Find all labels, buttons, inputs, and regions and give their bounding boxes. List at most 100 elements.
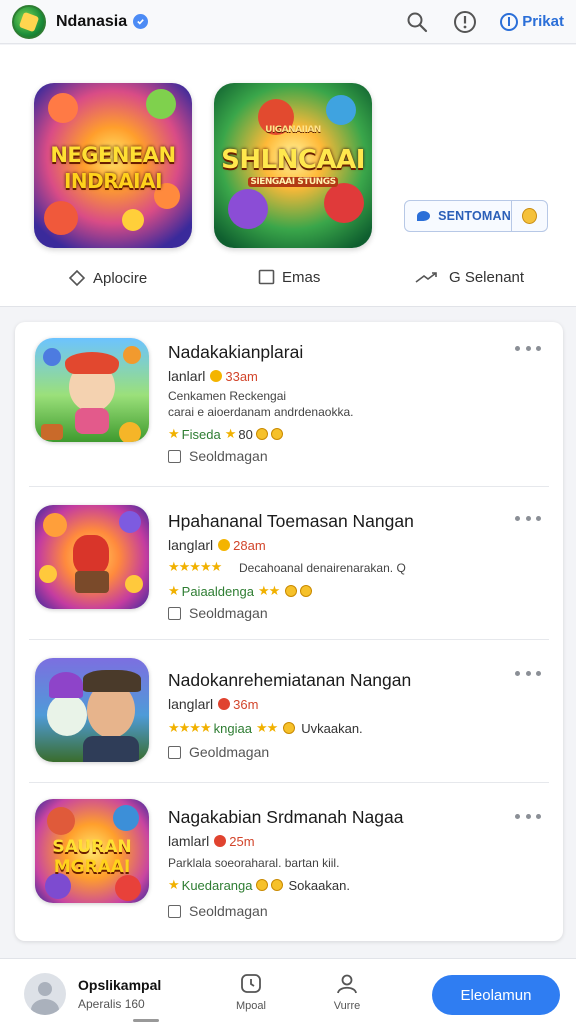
home-indicator bbox=[133, 1019, 159, 1022]
featured-nav-item[interactable]: G Selenant bbox=[414, 269, 524, 286]
bottom-bar: Opslikampal Aperalis 160 Mpoal Vurre Ele… bbox=[0, 958, 576, 1024]
checkbox-icon bbox=[168, 904, 181, 918]
app-description: Parklala soeoraharal. bartan kiil. bbox=[168, 856, 340, 870]
install-checkbox[interactable]: Seoldmagan bbox=[168, 448, 268, 464]
app-rating: ★ Kuedaranga Sokaakan. bbox=[168, 877, 350, 893]
star-icon: ★★★★★ bbox=[168, 559, 222, 574]
tab-label: Mpoal bbox=[236, 1000, 266, 1012]
featured-nav-label: G Selenant bbox=[449, 269, 525, 286]
featured-game-tile[interactable]: NEGENEAN INDRAIAI bbox=[34, 83, 192, 248]
install-checkbox[interactable]: Geoldmagan bbox=[168, 744, 269, 760]
avatar[interactable] bbox=[24, 973, 66, 1015]
user-subtitle: Aperalis 160 bbox=[78, 997, 145, 1011]
check-label: Seoldmagan bbox=[189, 448, 268, 464]
app-rating: ★★★★ kngiaa ★★ Uvkaakan. bbox=[168, 720, 363, 736]
coin-icon bbox=[285, 585, 298, 597]
more-options-icon[interactable] bbox=[515, 666, 541, 680]
app-size: 36m bbox=[233, 696, 259, 712]
coin-icon bbox=[255, 428, 268, 440]
list-item[interactable]: Nadokanrehemiatanan Nangan langlarl 36m … bbox=[15, 640, 563, 782]
size-icon bbox=[218, 539, 231, 551]
share-icon bbox=[415, 271, 437, 283]
app-title: Nagakabian Srdmanah Nagaa bbox=[168, 807, 404, 827]
app-size: 33am bbox=[225, 368, 258, 384]
app-icon bbox=[35, 658, 149, 762]
app-list: Nadakakianplarai lanlarl 33am Cenkamen R… bbox=[15, 322, 563, 941]
app-label: langlarl bbox=[168, 537, 214, 553]
header-link[interactable]: Prikat bbox=[500, 12, 564, 31]
app-meta: langlarl 28am bbox=[168, 537, 266, 553]
app-meta: langlarl 36m bbox=[168, 696, 258, 712]
info-icon bbox=[500, 12, 519, 31]
more-options-icon[interactable] bbox=[515, 511, 541, 525]
rating-tail: 80 bbox=[238, 426, 253, 442]
rating-text: Kuedaranga bbox=[181, 877, 253, 893]
featured-badge-label: SENTOMAN bbox=[438, 209, 511, 223]
clock-icon bbox=[241, 974, 261, 993]
list-item[interactable]: Hpahananal Toemasan Nangan langlarl 28am… bbox=[15, 487, 563, 639]
check-label: Seoldmagan bbox=[189, 903, 268, 919]
list-item[interactable]: SAURAN MGRAAI Nagakabian Srdmanah Nagaa … bbox=[15, 783, 563, 941]
featured-title-line1: SHLNCAAI bbox=[221, 145, 365, 175]
tab-mpoal[interactable]: Mpoal bbox=[221, 973, 281, 1012]
coin-icon bbox=[300, 585, 313, 597]
star-icon: ★ bbox=[224, 426, 237, 441]
app-description: Decahoanal denairenarakan. Q bbox=[239, 561, 406, 575]
star-icon: ★★ bbox=[255, 720, 278, 735]
primary-action-button[interactable]: Eleolamun bbox=[432, 975, 560, 1015]
tab-vurre[interactable]: Vurre bbox=[317, 973, 377, 1012]
list-item[interactable]: Nadakakianplarai lanlarl 33am Cenkamen R… bbox=[15, 322, 563, 486]
rating-tail: Sokaakan. bbox=[288, 877, 350, 893]
featured-section: NEGENEAN INDRAIAI UIGANAIIAN SHLNCAAI SI… bbox=[0, 45, 576, 307]
star-icon: ★★★★ bbox=[168, 720, 212, 735]
app-icon: SAURAN MGRAAI bbox=[35, 799, 149, 903]
rating-text: Paiaaldenga bbox=[181, 583, 254, 599]
install-checkbox[interactable]: Seoldmagan bbox=[168, 903, 268, 919]
icon-text: MGRAAI bbox=[53, 857, 131, 877]
app-meta: lanlarl 33am bbox=[168, 368, 258, 384]
featured-nav-item[interactable]: Aplocire bbox=[68, 269, 147, 287]
header-link-label: Prikat bbox=[522, 13, 564, 30]
app-label: lanlarl bbox=[168, 368, 206, 384]
user-name: Opslikampal bbox=[78, 977, 162, 993]
check-label: Seoldmagan bbox=[189, 605, 268, 621]
app-label: lamlarl bbox=[168, 833, 210, 849]
star-icon: ★ bbox=[168, 877, 180, 892]
alert-icon[interactable] bbox=[452, 9, 478, 35]
featured-nav-label: Emas bbox=[282, 269, 321, 286]
coin-icon bbox=[255, 879, 268, 891]
checkbox-icon bbox=[168, 745, 181, 759]
more-options-icon[interactable] bbox=[515, 341, 541, 355]
coin-icon bbox=[270, 428, 283, 440]
tag-icon bbox=[68, 269, 86, 287]
app-rating: ★ Fiseda ★ 80 bbox=[168, 426, 283, 442]
featured-game-tile[interactable]: UIGANAIIAN SHLNCAAI SIENGAAI STUNGS bbox=[214, 83, 372, 248]
checkbox-icon bbox=[168, 606, 181, 620]
app-size: 25m bbox=[229, 833, 255, 849]
size-icon bbox=[218, 698, 231, 710]
chat-icon bbox=[417, 211, 431, 221]
rating-tail: Uvkaakan. bbox=[301, 720, 363, 736]
size-icon bbox=[210, 370, 223, 382]
featured-title-line2: SIENGAAI STUNGS bbox=[248, 177, 338, 187]
profile-icon bbox=[337, 974, 357, 994]
coin-icon bbox=[270, 879, 283, 891]
star-icon: ★ bbox=[168, 583, 180, 598]
featured-nav-item[interactable]: Emas bbox=[258, 269, 320, 286]
more-options-icon[interactable] bbox=[515, 809, 541, 823]
app-size: 28am bbox=[233, 537, 266, 553]
app-title: Nadakakianplarai bbox=[168, 342, 304, 362]
search-icon[interactable] bbox=[404, 9, 430, 35]
app-title: Ndanasia bbox=[56, 12, 128, 30]
tab-label: Vurre bbox=[333, 1000, 361, 1012]
check-label: Geoldmagan bbox=[189, 744, 270, 760]
featured-badge-button[interactable]: SENTOMAN bbox=[404, 200, 548, 232]
install-checkbox[interactable]: Seoldmagan bbox=[168, 605, 268, 621]
checkbox-icon bbox=[168, 449, 181, 463]
square-icon bbox=[258, 269, 275, 285]
rating-text: kngiaa bbox=[213, 720, 252, 736]
app-logo-icon[interactable] bbox=[12, 4, 46, 39]
coin-icon bbox=[283, 722, 296, 734]
emoji-icon bbox=[521, 208, 537, 224]
app-icon bbox=[35, 338, 149, 442]
